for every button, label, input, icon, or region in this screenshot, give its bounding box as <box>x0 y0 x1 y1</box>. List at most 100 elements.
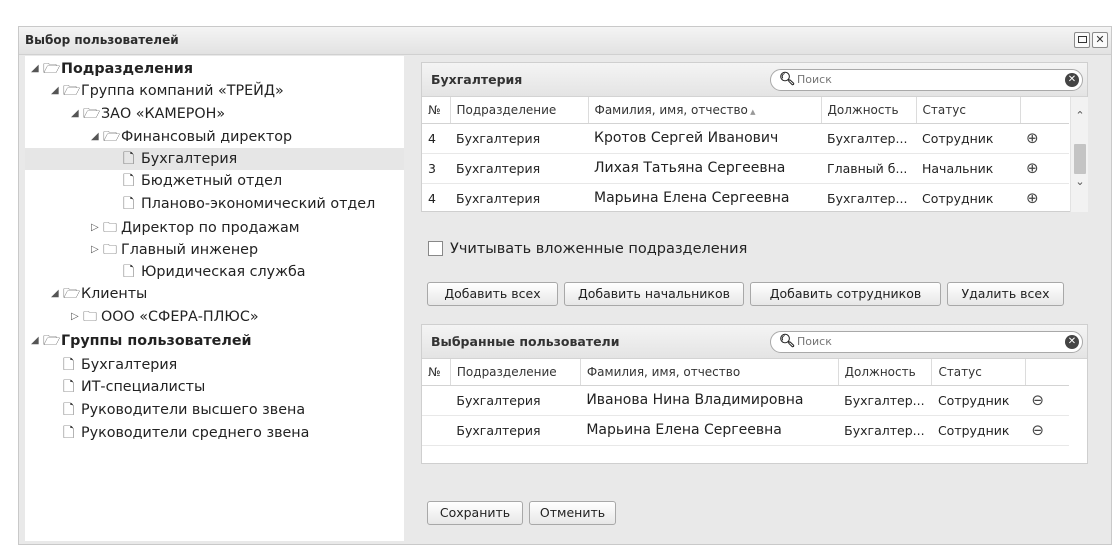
search-icon: 🔍︎ <box>779 334 796 349</box>
clear-search-icon[interactable]: ✕ <box>1065 73 1079 87</box>
tree-node[interactable]: 🗋 ИТ-специалисты <box>25 376 404 398</box>
table-row[interactable]: 4 Бухгалтерия Кротов Сергей Иванович Бухгал… <box>422 123 1069 154</box>
folder-open-icon: 🗁 <box>83 106 101 122</box>
add-heads-button[interactable]: Добавить начальников <box>564 282 744 306</box>
row-status: Сотрудник <box>937 392 1010 408</box>
department-users-table: № Подразделение Фамилия, имя, отчество Д… <box>422 97 1069 214</box>
table-row[interactable]: 4 Бухгалтерия Марьина Елена Сергеевна Бухга… <box>422 183 1069 214</box>
clear-search-icon[interactable]: ✕ <box>1065 335 1079 349</box>
close-icon[interactable]: ✕ <box>1092 32 1108 48</box>
row-status: Сотрудник <box>937 422 1010 438</box>
collapse-icon[interactable]: ◢ <box>91 126 99 148</box>
row-position: Бухгалтер... <box>827 130 908 146</box>
department-tree: ◢ 🗁 Подразделения ◢ 🗁 Группа компаний «ТРЕЙД»… <box>25 56 404 541</box>
remove-user-icon[interactable]: ⊖ <box>1031 391 1044 409</box>
column-header-department[interactable]: Подразделение <box>450 97 589 124</box>
collapse-icon[interactable]: ◢ <box>71 103 79 125</box>
table-row[interactable]: Бухгалтерия Иванова Нина Владимировна Бухг… <box>422 385 1069 416</box>
column-header-position[interactable]: Должность <box>838 359 933 386</box>
scroll-up-icon[interactable]: ⌃ <box>1071 109 1089 125</box>
search-box[interactable]: 🔍︎ ✕ <box>770 69 1083 91</box>
tree-node[interactable]: ◢ 🗁 Группы пользователей <box>25 330 404 352</box>
column-header-department[interactable]: Подразделение <box>450 359 581 386</box>
tree-node[interactable]: ◢ 🗁 Группа компаний «ТРЕЙД» <box>25 80 404 102</box>
add-user-icon[interactable]: ⊕ <box>1026 129 1039 147</box>
tree-node-label: Бухгалтерия <box>141 151 238 167</box>
search-input[interactable] <box>795 334 995 349</box>
cancel-button[interactable]: Отменить <box>529 501 616 525</box>
row-full-name: Иванова Нина Владимировна <box>586 392 804 408</box>
row-number: 4 <box>428 190 436 206</box>
dialog-title-bar: Выбор пользователей ✕ <box>19 27 1111 55</box>
column-header-number[interactable]: № <box>422 359 451 386</box>
department-users-panel: Бухгалтерия 🔍︎ ✕ № Подразделение Фамилия… <box>421 62 1088 214</box>
scroll-thumb[interactable] <box>1074 144 1086 174</box>
tree-node[interactable]: 🗋 Руководители среднего звена <box>25 422 404 444</box>
tree-node[interactable]: 🗋 Юридическая служба <box>25 261 404 283</box>
scroll-down-icon[interactable]: ⌄ <box>1071 175 1089 191</box>
tree-node[interactable]: ▷ 🗀 Главный инженер <box>25 239 404 261</box>
collapse-icon[interactable]: ◢ <box>31 330 39 352</box>
add-all-button[interactable]: Добавить всех <box>427 282 558 306</box>
column-header-status[interactable]: Статус <box>916 97 1021 124</box>
row-status: Сотрудник <box>922 130 994 146</box>
collapse-icon[interactable]: ◢ <box>51 283 59 305</box>
tree-node[interactable]: 🗋 Бухгалтерия <box>25 354 404 376</box>
row-position: Бухгалтер... <box>844 422 925 438</box>
row-status: Сотрудник <box>922 190 994 206</box>
expand-icon[interactable]: ▷ <box>91 239 99 261</box>
search-box[interactable]: 🔍︎ ✕ <box>770 331 1083 353</box>
tree-node-label: Группа компаний «ТРЕЙД» <box>81 83 284 99</box>
row-department: Бухгалтерия <box>456 130 541 146</box>
maximize-icon[interactable] <box>1074 32 1090 48</box>
remove-user-icon[interactable]: ⊖ <box>1031 421 1044 439</box>
folder-icon: 🗀 <box>103 220 117 236</box>
expand-icon[interactable]: ▷ <box>91 217 99 239</box>
tree-node[interactable]: ◢ 🗁 Подразделения <box>25 58 404 80</box>
tree-node[interactable]: 🗋 Бухгалтерия <box>25 148 404 170</box>
add-user-icon[interactable]: ⊕ <box>1026 159 1039 177</box>
tree-node[interactable]: 🗋 Бюджетный отдел <box>25 170 404 192</box>
tree-node[interactable]: ◢ 🗁 Клиенты <box>25 283 404 305</box>
row-position: Главный б... <box>827 160 908 176</box>
tree-node-label: ИТ-специалисты <box>81 379 206 395</box>
tree-node-label: ООО «СФЕРА-ПЛЮС» <box>101 309 259 325</box>
document-icon: 🗋 <box>63 425 75 441</box>
tree-node-label: Подразделения <box>61 61 194 77</box>
column-header-number[interactable]: № <box>422 97 451 124</box>
checkbox-box[interactable] <box>428 241 443 256</box>
table-row[interactable]: 3 Бухгалтерия Лихая Татьяна Сергеевна Главн… <box>422 153 1069 184</box>
tree-node[interactable]: ◢ 🗁 ЗАО «КАМЕРОН» <box>25 103 404 125</box>
remove-all-button[interactable]: Удалить всех <box>947 282 1064 306</box>
selected-users-panel: Выбранные пользователи 🔍︎ ✕ № Подразделе… <box>421 324 1088 464</box>
panel-title: Бухгалтерия <box>431 72 523 87</box>
document-icon: 🗋 <box>123 196 135 212</box>
tree-node-label: Руководители высшего звена <box>81 402 306 418</box>
add-employees-button[interactable]: Добавить сотрудников <box>750 282 941 306</box>
save-button[interactable]: Сохранить <box>427 501 523 525</box>
dialog-title: Выбор пользователей <box>25 33 179 47</box>
tree-node[interactable]: ◢ 🗁 Финансовый директор <box>25 126 404 148</box>
document-icon: 🗋 <box>123 151 135 167</box>
vertical-scrollbar[interactable]: ⌃ ⌄ <box>1070 97 1088 212</box>
column-header-full-name[interactable]: Фамилия, имя, отчество <box>588 97 822 124</box>
tree-node[interactable]: 🗋 Руководители высшего звена <box>25 399 404 421</box>
collapse-icon[interactable]: ◢ <box>51 80 59 102</box>
search-input[interactable] <box>795 72 995 87</box>
row-position: Бухгалтер... <box>844 392 925 408</box>
expand-icon[interactable]: ▷ <box>71 306 79 328</box>
row-position: Бухгалтер... <box>827 190 908 206</box>
tree-node[interactable]: 🗋 Планово-экономический отдел <box>25 193 404 215</box>
document-icon: 🗋 <box>63 357 75 373</box>
collapse-icon[interactable]: ◢ <box>31 58 39 80</box>
tree-node[interactable]: ▷ 🗀 ООО «СФЕРА-ПЛЮС» <box>25 306 404 328</box>
panel-title: Выбранные пользователи <box>431 334 620 349</box>
column-header-status[interactable]: Статус <box>931 359 1026 386</box>
column-header-full-name[interactable]: Фамилия, имя, отчество <box>580 359 839 386</box>
add-user-icon[interactable]: ⊕ <box>1026 189 1039 207</box>
column-header-position[interactable]: Должность <box>821 97 917 124</box>
table-row[interactable]: Бухгалтерия Марьина Елена Сергеевна Бухгал… <box>422 415 1069 446</box>
tree-node[interactable]: ▷ 🗀 Директор по продажам <box>25 217 404 239</box>
search-icon: 🔍︎ <box>779 72 796 87</box>
document-icon: 🗋 <box>63 379 75 395</box>
